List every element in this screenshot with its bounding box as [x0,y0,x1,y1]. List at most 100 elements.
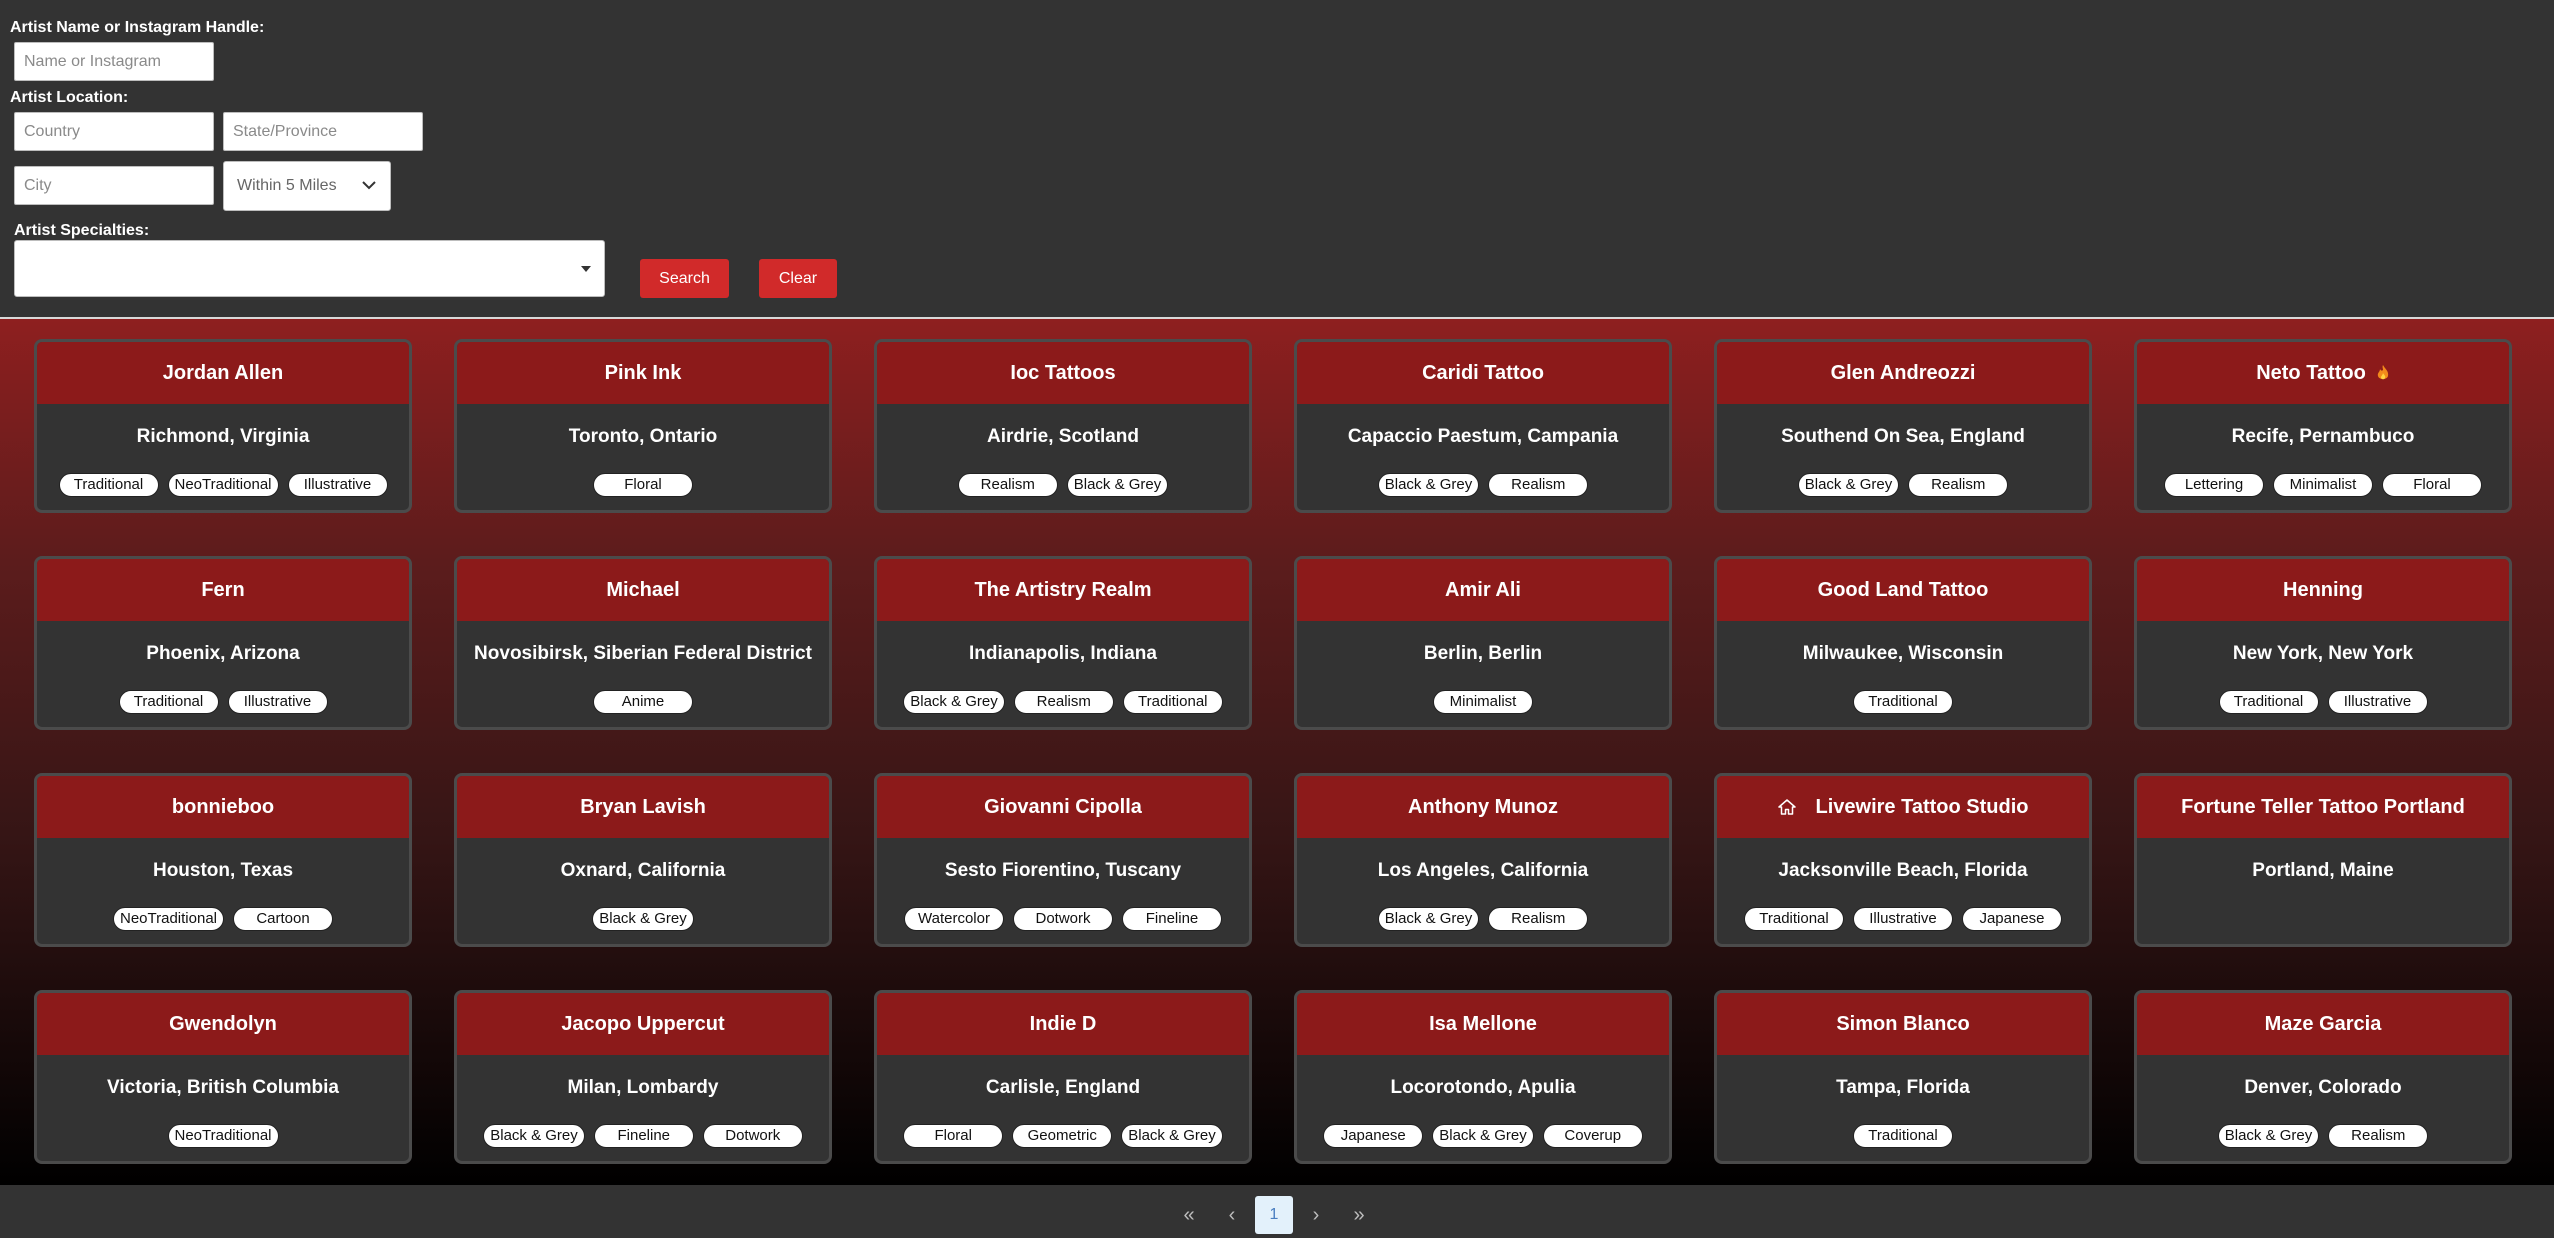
prev-page-button[interactable]: ‹ [1213,1196,1251,1234]
specialty-tag: Black & Grey [592,907,694,931]
specialties-select[interactable] [14,240,605,297]
artist-name: Amir Ali [1445,578,1521,601]
specialty-tags: Black & Grey Realism [1297,907,1669,931]
next-page-button[interactable]: › [1297,1196,1335,1234]
artist-location: Oxnard, California [560,860,726,881]
artist-card-header: Caridi Tattoo [1297,342,1669,404]
artist-card[interactable]: Michael Novosibirsk, Siberian Federal Dis… [454,556,832,730]
artist-card[interactable]: The Artistry Realm Indianapolis, Indiana B… [874,556,1252,730]
last-page-button[interactable]: » [1340,1196,1378,1234]
artist-card-header: Maze Garcia [2137,993,2509,1055]
specialty-tags: Black & Grey Realism [2137,1124,2509,1148]
artist-card-header: The Artistry Realm [877,559,1249,621]
artist-card[interactable]: Simon Blanco Tampa, Florida Traditional [1714,990,2092,1164]
artist-card[interactable]: Bryan Lavish Oxnard, California Black & Gr… [454,773,832,947]
artist-location: Phoenix, Arizona [146,643,300,664]
artist-name: Livewire Tattoo Studio [1815,795,2029,818]
artist-card[interactable]: Jordan Allen Richmond, Virginia Traditiona… [34,339,412,513]
specialty-tag: Realism [1488,473,1589,497]
artist-name: Fortune Teller Tattoo Portland [2181,795,2465,818]
artist-location: Los Angeles, California [1377,860,1589,881]
artist-card-header: Glen Andreozzi [1717,342,2089,404]
specialty-tag: Anime [593,690,693,714]
artist-location: Victoria, British Columbia [107,1077,339,1098]
artist-card[interactable]: Glen Andreozzi Southend On Sea, England Bl… [1714,339,2092,513]
artist-card[interactable]: Neto Tattoo Recife, Pernambuco Lettering Mi… [2134,339,2512,513]
artist-card-header: Ioc Tattoos [877,342,1249,404]
country-input[interactable] [14,112,214,151]
artist-card-header: Henning [2137,559,2509,621]
artist-location: Indianapolis, Indiana [969,643,1157,664]
artist-card[interactable]: Anthony Munoz Los Angeles, California Blac… [1294,773,1672,947]
artist-card[interactable]: Henning New York, New York Traditional Illu… [2134,556,2512,730]
specialty-tag: Japanese [1962,907,2062,931]
distance-select[interactable]: Within 5 Miles [223,161,391,211]
specialty-tags: Black & Grey Realism [1297,473,1669,497]
artist-card[interactable]: Fern Phoenix, Arizona Traditional Illustrat… [34,556,412,730]
specialty-tags: Floral Geometric Black & Grey [877,1124,1249,1148]
specialty-tags: Traditional Illustrative [2137,690,2509,714]
pagination: « ‹ 1 › » [0,1185,2554,1238]
page-1-button[interactable]: 1 [1255,1196,1293,1234]
artist-name: bonnieboo [171,795,275,818]
specialty-tag: Black & Grey [1797,473,1900,497]
artist-name: Neto Tattoo [2256,361,2366,384]
artist-name: Henning [2283,578,2363,601]
specialty-tag: Minimalist [2273,473,2373,497]
artist-card[interactable]: Fortune Teller Tattoo Portland Portland, … [2134,773,2512,947]
artist-location: Novosibirsk, Siberian Federal District [474,643,812,664]
artist-card[interactable]: Indie D Carlisle, England Floral Geometric B… [874,990,1252,1164]
artist-card[interactable]: Amir Ali Berlin, Berlin Minimalist [1294,556,1672,730]
specialty-tag: Floral [2382,473,2482,497]
name-input[interactable] [14,42,214,81]
artist-card[interactable]: Gwendolyn Victoria, British Columbia NeoTr… [34,990,412,1164]
specialty-tag: Black & Grey [1377,473,1480,497]
specialty-tag: Watercolor [904,907,1004,931]
artist-name: Simon Blanco [1836,1012,1970,1035]
specialty-tags: Black & Grey Realism Traditional [877,690,1249,714]
artist-card[interactable]: Pink Ink Toronto, Ontario Floral [454,339,832,513]
specialty-tags: Traditional Illustrative [37,690,409,714]
specialty-tag: Dotwork [1013,907,1113,931]
artist-location: Toronto, Ontario [568,426,718,447]
artist-card[interactable]: Livewire Tattoo Studio Jacksonville Beach… [1714,773,2092,947]
artist-location: Southend On Sea, England [1781,426,2025,447]
specialty-tag: Realism [957,473,1058,497]
state-input[interactable] [223,112,423,151]
specialty-tag: Traditional [1744,907,1844,931]
specialty-tag: Cartoon [233,907,333,931]
artist-card-header: Good Land Tattoo [1717,559,2089,621]
artist-name: Good Land Tattoo [1817,578,1989,601]
artist-card[interactable]: Giovanni Cipolla Sesto Fiorentino, Tuscan… [874,773,1252,947]
specialty-tags: Anime [457,690,829,714]
first-page-button[interactable]: « [1170,1196,1208,1234]
specialty-tags: Watercolor Dotwork Fineline [877,907,1249,931]
artist-location: Berlin, Berlin [1423,643,1543,664]
artist-card[interactable]: bonnieboo Houston, Texas NeoTraditional Car… [34,773,412,947]
artist-card-header: Michael [457,559,829,621]
artist-card[interactable]: Ioc Tattoos Airdrie, Scotland Realism Black… [874,339,1252,513]
specialty-tag: Black & Grey [483,1124,585,1148]
chevron-down-icon [362,181,376,190]
specialty-tag: Traditional [2218,690,2319,714]
artist-location: Sesto Fiorentino, Tuscany [944,860,1182,881]
search-button[interactable]: Search [640,259,729,298]
artist-card-header: Giovanni Cipolla [877,776,1249,838]
specialty-tag: Traditional [58,473,159,497]
artist-card-header: Gwendolyn [37,993,409,1055]
artist-card[interactable]: Isa Mellone Locorotondo, Apulia Japanese Bl… [1294,990,1672,1164]
specialty-tag: Coverup [1542,1124,1643,1148]
artist-location: New York, New York [2232,643,2414,664]
specialty-tag: Black & Grey [903,690,1005,714]
artist-card[interactable]: Good Land Tattoo Milwaukee, Wisconsin Trad… [1714,556,2092,730]
artist-location: Capaccio Paestum, Campania [1347,426,1619,447]
artist-card-header: Neto Tattoo [2137,342,2509,404]
artist-name: Fern [201,578,245,601]
artist-card[interactable]: Caridi Tattoo Capaccio Paestum, Campania B… [1294,339,1672,513]
artist-name: Gwendolyn [169,1012,277,1035]
clear-button[interactable]: Clear [759,259,837,298]
artist-card[interactable]: Jacopo Uppercut Milan, Lombardy Black & Gr… [454,990,832,1164]
artist-name: Bryan Lavish [580,795,706,818]
city-input[interactable] [14,166,214,205]
artist-card[interactable]: Maze Garcia Denver, Colorado Black & Grey R… [2134,990,2512,1164]
